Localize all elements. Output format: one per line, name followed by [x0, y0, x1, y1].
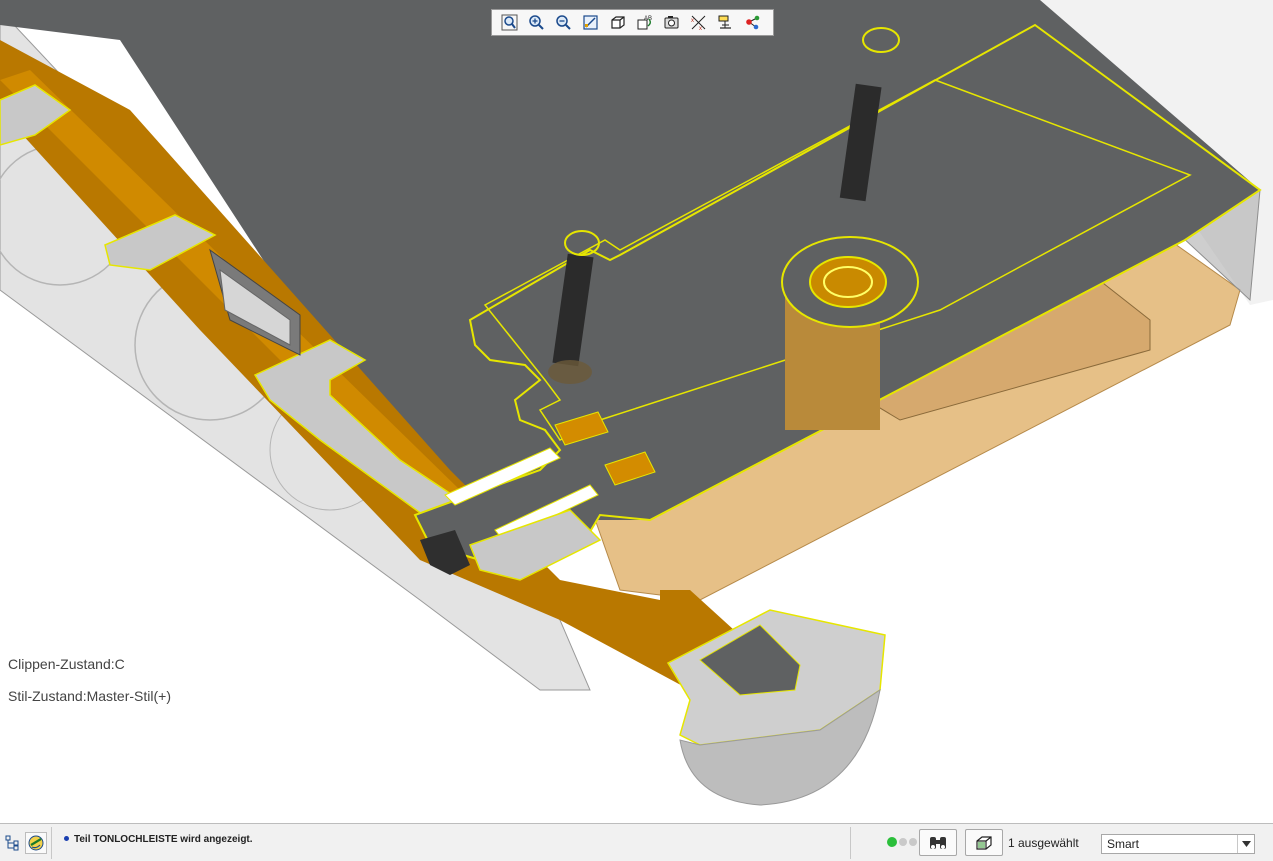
graphics-viewport[interactable]: AB xx Clippen-Zustand:C Stil-Zustand:Mas… — [0, 0, 1273, 822]
find-button[interactable] — [919, 829, 957, 856]
zoom-fit-button[interactable] — [498, 12, 521, 33]
view-manager-button[interactable] — [660, 12, 683, 33]
status-divider — [51, 827, 52, 859]
model-graphics — [0, 0, 1273, 806]
regenerate-icon — [28, 835, 44, 851]
chevron-down-icon[interactable] — [1237, 835, 1254, 853]
clip-state-label: Clippen-Zustand:C — [8, 656, 125, 672]
selection-box-icon — [976, 835, 992, 850]
regeneration-status-lights — [887, 837, 917, 847]
style-state-label: Stil-Zustand:Master-Stil(+) — [8, 688, 171, 704]
spin-center-icon — [746, 15, 760, 30]
selection-filter-dropdown[interactable]: Smart — [1101, 834, 1255, 854]
zoom-fit-icon — [501, 14, 518, 31]
zoom-in-button[interactable] — [525, 12, 548, 33]
zoom-out-button[interactable] — [552, 12, 575, 33]
status-message-text: Teil TONLOCHLEISTE wird angezeigt. — [74, 834, 253, 845]
zoom-in-icon — [529, 15, 544, 30]
regenerate-button[interactable] — [25, 832, 47, 854]
datum-display-button[interactable]: xx — [687, 12, 710, 33]
svg-text:x: x — [699, 26, 702, 31]
datum-display-icon: xx — [691, 15, 706, 31]
view-manager-icon — [664, 16, 679, 29]
svg-text:x: x — [691, 18, 694, 24]
repaint-button[interactable] — [579, 12, 602, 33]
annotation-display-icon — [718, 15, 731, 29]
model-tree-toggle-button[interactable] — [2, 832, 24, 854]
find-binoculars-icon — [930, 836, 946, 849]
spin-center-button[interactable] — [741, 12, 764, 33]
repaint-icon — [583, 15, 598, 30]
status-divider — [850, 827, 851, 859]
model-tree-icon — [5, 835, 19, 851]
saved-orientations-icon: AB — [637, 16, 652, 30]
selection-filter-value: Smart — [1107, 837, 1140, 851]
view-toolbar: AB xx — [491, 9, 774, 36]
svg-text:AB: AB — [644, 16, 652, 22]
annotation-display-button[interactable] — [714, 12, 737, 33]
status-light-green-icon — [887, 837, 897, 847]
zoom-out-icon — [556, 15, 571, 30]
display-style-button[interactable] — [606, 12, 629, 33]
saved-orientations-button[interactable]: AB — [633, 12, 656, 33]
status-light-grey-icon — [909, 838, 917, 846]
display-style-icon — [611, 16, 625, 29]
status-bar: Teil TONLOCHLEISTE wird angezeigt. 1 aus… — [0, 823, 1273, 861]
selection-count: 1 ausgewählt — [1008, 836, 1079, 850]
selection-box-button[interactable] — [965, 829, 1003, 856]
status-message: Teil TONLOCHLEISTE wird angezeigt. — [64, 834, 253, 845]
status-light-grey-icon — [899, 838, 907, 846]
message-bullet-icon — [64, 835, 69, 841]
